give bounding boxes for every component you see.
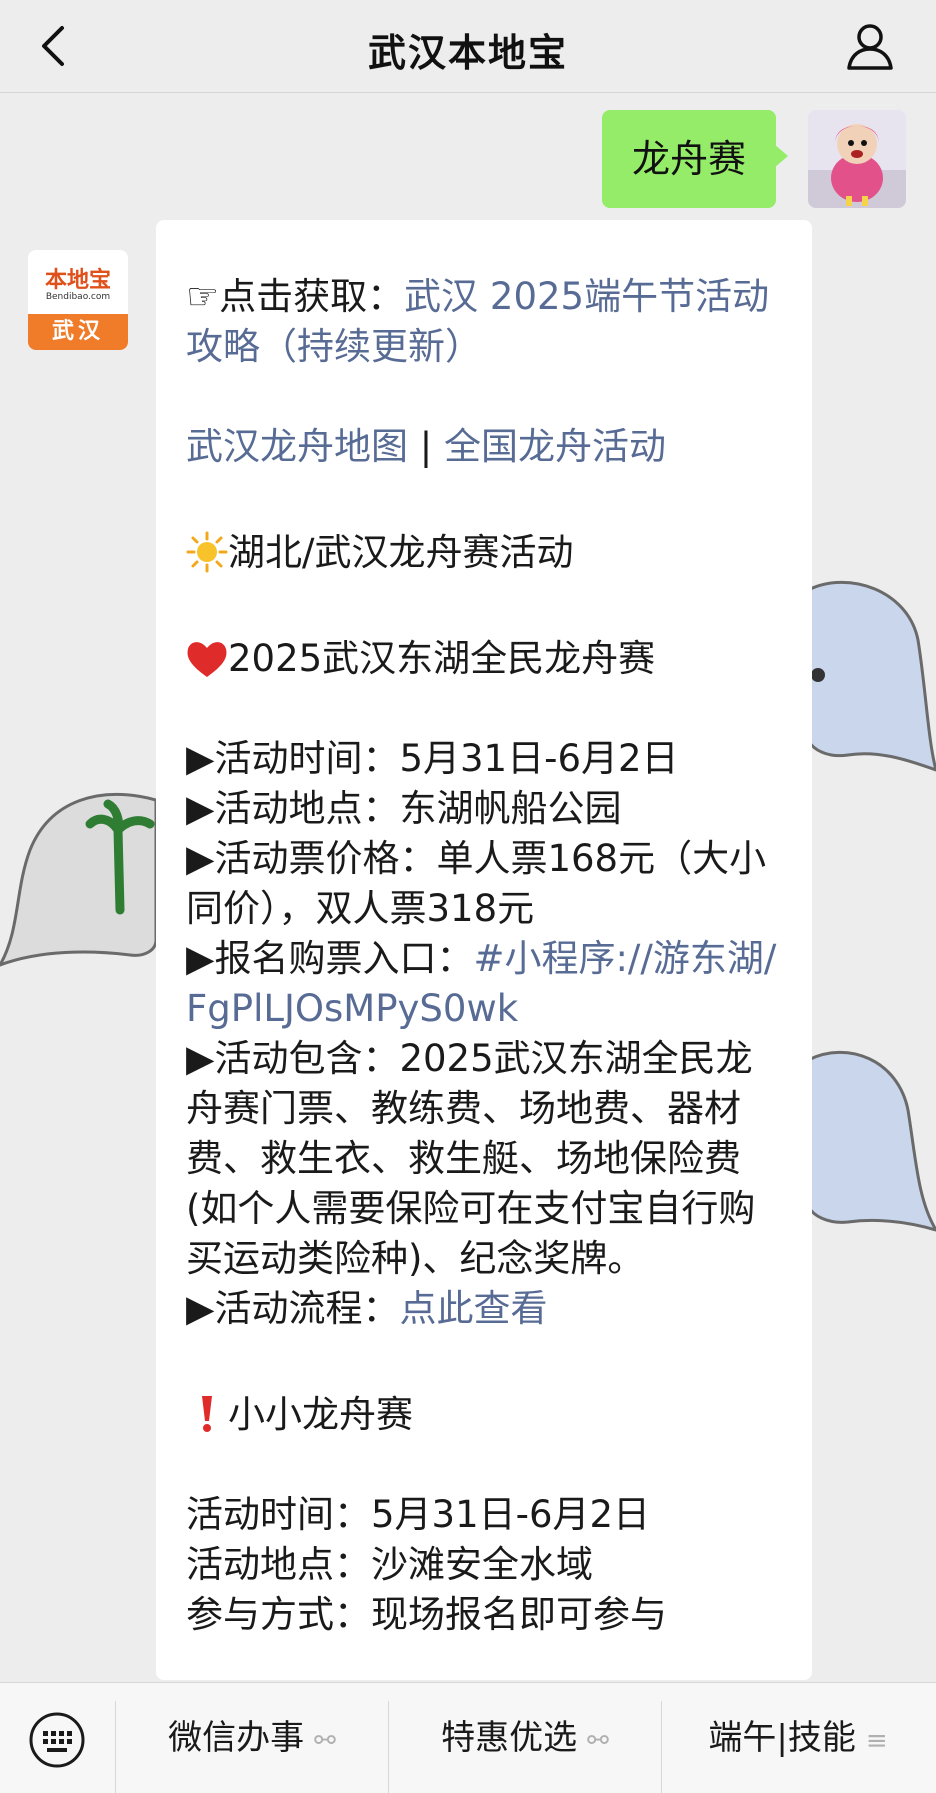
strategy-prefix: ☞点击获取： xyxy=(186,275,405,318)
user-avatar[interactable] xyxy=(808,110,906,208)
event2-join-label: 参与方式： xyxy=(186,1593,371,1636)
menu-item-wechat-services-label: 微信办事 xyxy=(168,1718,305,1758)
event2-join: 参与方式：现场报名即可参与 xyxy=(186,1590,786,1640)
avatar-logo-text: 本地宝 xyxy=(44,268,111,293)
page-title: 武汉本地宝 xyxy=(367,31,568,75)
link-icon: ⚯ xyxy=(314,1726,336,1756)
event2-time: 活动时间：5月31日-6月2日 xyxy=(186,1490,786,1540)
menu-item-dragon-boat-skills[interactable]: 端午|技能 ≡ xyxy=(662,1713,934,1763)
event1-price: ▶活动票价格：单人票168元（大小同价），双人票318元 xyxy=(186,834,786,934)
event2-place-value: 沙滩安全水域 xyxy=(371,1543,593,1586)
map-link[interactable]: 武汉龙舟地图 xyxy=(186,425,408,468)
event1-process: ▶活动流程：点此查看 xyxy=(186,1284,786,1334)
section-hubei-text: 湖北/武汉龙舟赛活动 xyxy=(228,531,574,574)
event1-price-label: ▶活动票价格： xyxy=(186,837,437,880)
map-links-line: 武汉龙舟地图 | 全国龙舟活动 xyxy=(186,422,786,472)
exclamation-emoji xyxy=(202,1396,212,1432)
event1-includes-label: ▶活动包含： xyxy=(186,1037,400,1080)
event1-process-label: ▶活动流程： xyxy=(186,1287,400,1330)
event1-time-value: 5月31日-6月2日 xyxy=(399,737,679,780)
event2-time-value: 5月31日-6月2日 xyxy=(371,1493,651,1536)
event2-time-label: 活动时间： xyxy=(186,1493,371,1536)
nav-header: 武汉本地宝 xyxy=(0,0,936,93)
event1-signup-label: ▶报名购票入口： xyxy=(186,937,474,980)
event1-includes: ▶活动包含：2025武汉东湖全民龙舟赛门票、教练费、场地费、器材费、救生衣、救生… xyxy=(186,1034,786,1284)
event1-title-text: 2025武汉东湖全民龙舟赛 xyxy=(228,637,656,680)
bubble-tail xyxy=(774,144,788,168)
link-icon: ⚯ xyxy=(587,1726,609,1756)
event1-title: 2025武汉东湖全民龙舟赛 xyxy=(186,634,786,684)
sun-emoji xyxy=(186,531,228,573)
event2-place: 活动地点：沙滩安全水域 xyxy=(186,1540,786,1590)
event2-join-value: 现场报名即可参与 xyxy=(371,1593,667,1636)
strategy-line: ☞点击获取：武汉 2025端午节活动攻略（持续更新） xyxy=(186,272,786,372)
avatar-cartoon-image xyxy=(808,110,906,208)
menu-icon: ≡ xyxy=(865,1726,888,1756)
event1-signup: ▶报名购票入口：#小程序://游东湖/FgPlLJOsMPyS0wk xyxy=(186,934,786,1034)
link-separator: | xyxy=(408,425,444,468)
menu-item-dragon-boat-skills-label: 端午|技能 xyxy=(708,1718,856,1758)
avatar-logo-url: Bendibao.com xyxy=(45,292,111,302)
menu-item-special-offers-label: 特惠优选 xyxy=(441,1718,578,1758)
event2-title-text: 小小龙舟赛 xyxy=(228,1393,413,1436)
cloud-decoration-right-bottom xyxy=(808,1050,936,1232)
menu-item-special-offers[interactable]: 特惠优选 ⚯ xyxy=(389,1713,661,1763)
cloud-decoration-right-top xyxy=(808,580,936,772)
heart-emoji xyxy=(187,642,227,677)
keyboard-icon[interactable] xyxy=(28,1711,86,1769)
menu-item-wechat-services[interactable]: 微信办事 ⚯ xyxy=(116,1713,388,1763)
event1-place-value: 东湖帆船公园 xyxy=(399,787,622,830)
event1-place: ▶活动地点：东湖帆船公园 xyxy=(186,784,786,834)
section-hubei-title: 湖北/武汉龙舟赛活动 xyxy=(186,528,786,578)
cloud-decoration-left xyxy=(0,792,156,967)
event2-place-label: 活动地点： xyxy=(186,1543,371,1586)
user-message-bubble: 龙舟赛 xyxy=(601,110,788,208)
event2-title: 小小龙舟赛 xyxy=(186,1390,786,1440)
event1-time: ▶活动时间：5月31日-6月2日 xyxy=(186,734,786,784)
event1-process-link[interactable]: 点此查看 xyxy=(399,1287,547,1330)
event1-time-label: ▶活动时间： xyxy=(186,737,400,780)
event1-place-label: ▶活动地点： xyxy=(186,787,400,830)
bot-message-bubble: ☞点击获取：武汉 2025端午节活动攻略（持续更新） 武汉龙舟地图 | 全国龙舟… xyxy=(156,220,812,1680)
bottom-menu-bar: 微信办事 ⚯ 特惠优选 ⚯ 端午|技能 ≡ xyxy=(0,1682,936,1793)
avatar-city-label: 武汉 xyxy=(28,314,128,350)
official-account-avatar[interactable]: 本地宝 Bendibao.com 武汉 xyxy=(28,250,128,350)
national-activity-link[interactable]: 全国龙舟活动 xyxy=(444,425,666,468)
profile-icon[interactable] xyxy=(844,20,896,72)
user-message-text: 龙舟赛 xyxy=(631,137,746,181)
